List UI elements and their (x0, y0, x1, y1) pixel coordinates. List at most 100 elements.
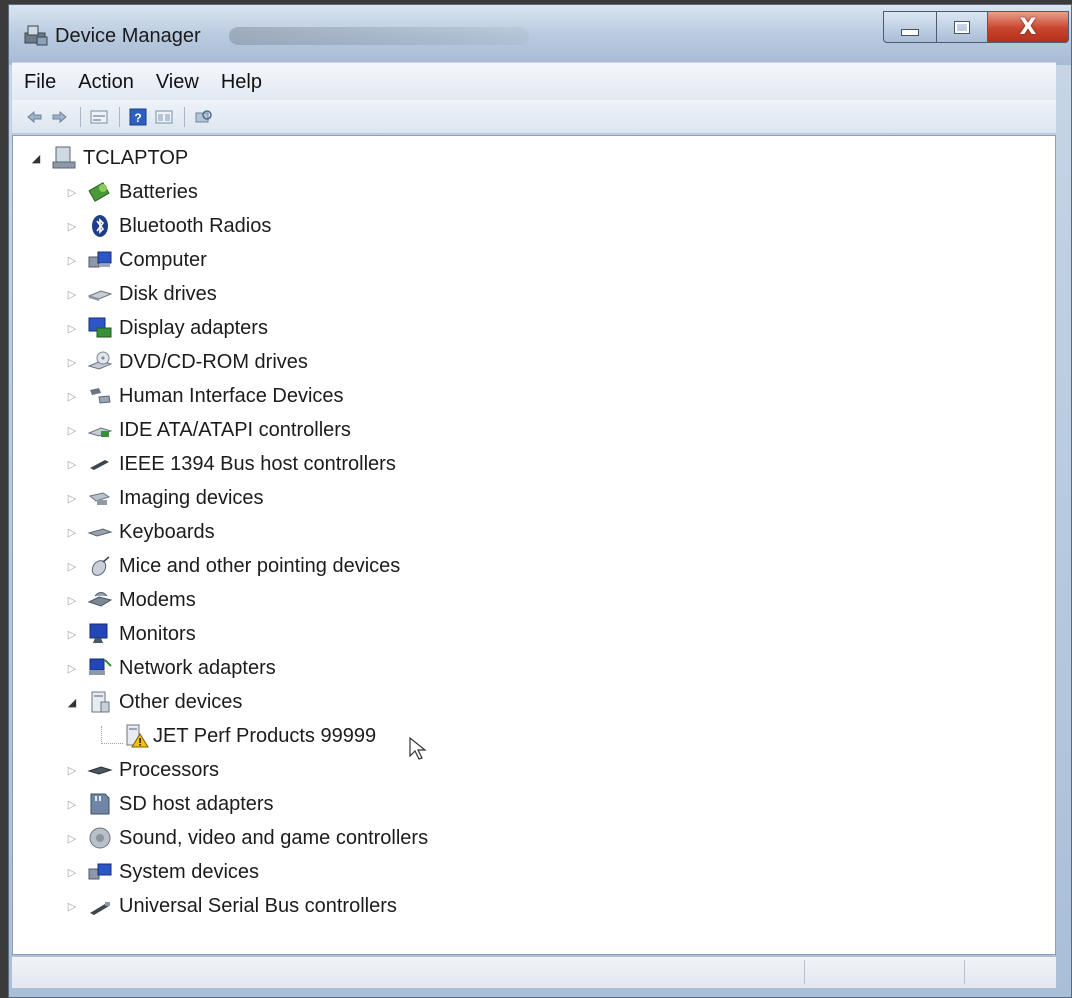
battery-icon (88, 182, 110, 202)
tree-item-label: Display adapters (119, 316, 268, 339)
tree-item-batteries[interactable]: ▷ Batteries (65, 177, 198, 207)
scan-hardware-icon (195, 109, 212, 122)
tree-item-label: Sound, video and game controllers (119, 826, 429, 849)
tree-root-label: TCLAPTOP (83, 146, 189, 169)
tree-item-label: IDE ATA/ATAPI controllers (119, 418, 351, 441)
imaging-device-icon (88, 492, 111, 505)
expand-arrow-icon[interactable]: ▷ (65, 627, 79, 641)
minimize-button[interactable] (883, 11, 937, 43)
sd-host-adapter-icon (90, 793, 110, 815)
tree-item-label: JET Perf Products 99999 (153, 724, 377, 747)
expand-arrow-icon[interactable]: ▷ (65, 865, 79, 879)
tree-item-sd-host-adapters[interactable]: ▷ SD host adapters (65, 789, 274, 819)
disk-drive-icon (87, 290, 113, 301)
bluetooth-icon (92, 215, 108, 237)
toolbar-separator (119, 106, 120, 127)
expand-arrow-icon[interactable]: ▷ (65, 185, 79, 199)
expand-arrow-icon[interactable]: ▷ (65, 831, 79, 845)
tree-item-label: Universal Serial Bus controllers (119, 894, 397, 917)
network-adapter-icon (89, 658, 112, 675)
tree-item-system-devices[interactable]: ▷ System devices (65, 857, 259, 887)
expand-arrow-icon[interactable]: ▷ (65, 899, 79, 913)
expand-arrow-icon[interactable]: ▷ (65, 287, 79, 301)
tree-item-modems[interactable]: ▷ Modems (65, 585, 196, 615)
collapse-arrow-icon[interactable]: ◢ (29, 151, 43, 165)
close-button[interactable]: X (987, 11, 1069, 43)
ieee1394-icon (90, 460, 109, 470)
tree-item-label: Monitors (119, 622, 196, 645)
tree-item-monitors[interactable]: ▷ Monitors (65, 619, 196, 649)
tree-item-ieee-1394-bus-host-controllers[interactable]: ▷ IEEE 1394 Bus host controllers (65, 449, 396, 479)
scan-hardware-button[interactable] (191, 106, 215, 128)
expand-arrow-icon[interactable]: ▷ (65, 457, 79, 471)
tree-item-label: Network adapters (119, 656, 276, 679)
window-title: Device Manager (55, 25, 201, 47)
expand-arrow-icon[interactable]: ▷ (65, 763, 79, 777)
properties-button[interactable] (87, 106, 111, 128)
menu-view[interactable]: View (144, 71, 209, 94)
modem-icon (87, 592, 113, 607)
expand-arrow-icon[interactable]: ▷ (65, 525, 79, 539)
expand-arrow-icon[interactable]: ▷ (65, 797, 79, 811)
tree-item-keyboards[interactable]: ▷ Keyboards (65, 517, 215, 547)
tree-item-human-interface-devices[interactable]: ▷ Human Interface Devices (65, 381, 344, 411)
status-pane (964, 960, 1055, 984)
ide-controller-icon (87, 427, 113, 437)
tree-item-universal-serial-bus-controllers[interactable]: ▷ Universal Serial Bus controllers (65, 891, 397, 921)
back-button[interactable] (22, 106, 46, 128)
tree-item-disk-drives[interactable]: ▷ Disk drives (65, 279, 217, 309)
tree-item-mice-and-other-pointing-devices[interactable]: ▷ Mice and other pointing devices (65, 551, 401, 581)
maximize-icon (954, 20, 970, 34)
monitor-icon (89, 623, 108, 643)
help-button[interactable]: ? (126, 106, 150, 128)
tree-guide-line (101, 726, 102, 744)
other-devices-icon (91, 691, 110, 713)
tree-item-dvd-cd-rom-drives[interactable]: ▷ DVD/CD-ROM drives (65, 347, 308, 377)
expand-arrow-icon[interactable]: ▷ (65, 355, 79, 369)
tree-item-imaging-devices[interactable]: ▷ Imaging devices (65, 483, 264, 513)
menu-file[interactable]: File (12, 71, 66, 94)
tree-item-processors[interactable]: ▷ Processors (65, 755, 219, 785)
expand-arrow-icon[interactable]: ▷ (65, 661, 79, 675)
expand-arrow-icon[interactable]: ▷ (65, 593, 79, 607)
tree-item-network-adapters[interactable]: ▷ Network adapters (65, 653, 276, 683)
tree-item-label: SD host adapters (119, 792, 274, 815)
tree-guide-line (101, 743, 123, 744)
tree-item-label: Processors (119, 758, 220, 781)
view-button[interactable] (152, 106, 176, 128)
expand-arrow-icon[interactable]: ▷ (65, 253, 79, 267)
keyboard-icon (87, 528, 113, 537)
expand-arrow-icon[interactable]: ▷ (65, 321, 79, 335)
mouse-pointer-icon (409, 736, 427, 760)
title-bar[interactable]: Device Manager X (9, 5, 1071, 65)
usb-controller-icon (90, 902, 110, 915)
tree-item-sound-video-and-game-controllers[interactable]: ▷ Sound, video and game controllers (65, 823, 428, 853)
tree-item-bluetooth-radios[interactable]: ▷ Bluetooth Radios (65, 211, 271, 241)
expand-arrow-icon[interactable]: ▷ (65, 389, 79, 403)
tree-item-display-adapters[interactable]: ▷ Display adapters (65, 313, 268, 343)
tree-item-computer[interactable]: ▷ Computer (65, 245, 207, 275)
expand-arrow-icon[interactable]: ▷ (65, 219, 79, 233)
collapse-arrow-icon[interactable]: ◢ (65, 695, 79, 709)
expand-arrow-icon[interactable]: ▷ (65, 491, 79, 505)
forward-button[interactable] (48, 106, 72, 128)
tree-item-label: Bluetooth Radios (119, 214, 272, 237)
tree-item-label: Batteries (119, 180, 198, 203)
tree-item-label: System devices (119, 860, 260, 883)
tree-item-other-devices[interactable]: ◢ Other devices (65, 687, 242, 717)
computer-root-icon (52, 146, 76, 169)
expand-arrow-icon[interactable]: ▷ (65, 559, 79, 573)
maximize-button[interactable] (936, 11, 988, 43)
view-icon (155, 110, 173, 123)
menu-action[interactable]: Action (66, 71, 144, 94)
back-icon (27, 110, 42, 123)
menu-help[interactable]: Help (209, 71, 272, 94)
tree-item-ide-ata-atapi-controllers[interactable]: ▷ IDE ATA/ATAPI controllers (65, 415, 351, 445)
tree-item-label: IEEE 1394 Bus host controllers (119, 452, 396, 475)
tree-item-label: Modems (119, 588, 196, 611)
expand-arrow-icon[interactable]: ▷ (65, 423, 79, 437)
tree-item-jet-perf-products[interactable]: JET Perf Products 99999 (123, 721, 376, 751)
tree-root[interactable]: ◢ TCLAPTOP (29, 143, 188, 173)
tree-item-label: Keyboards (119, 520, 215, 543)
tree-item-label: Imaging devices (119, 486, 264, 509)
